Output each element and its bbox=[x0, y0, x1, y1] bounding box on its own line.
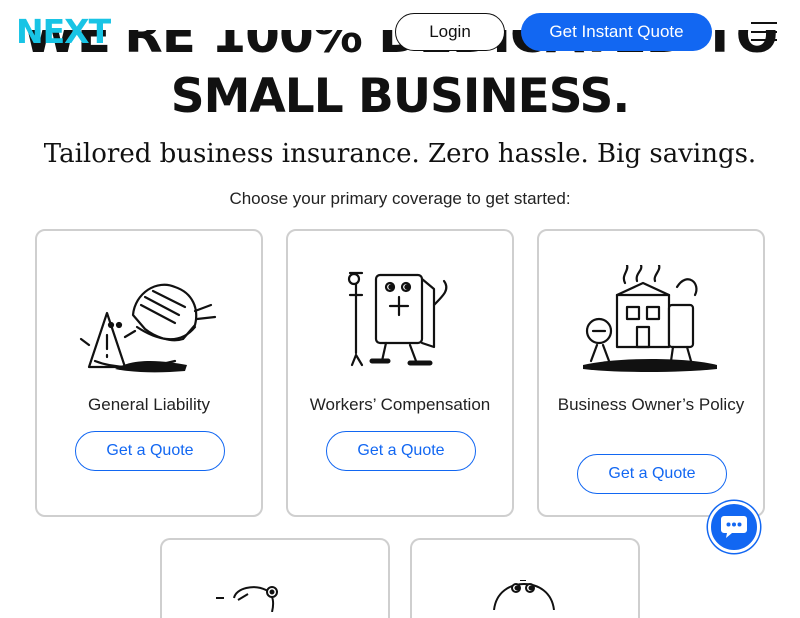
crutch-and-first-aid-kit-illustration bbox=[347, 271, 448, 367]
next-logo[interactable]: NEXT bbox=[16, 14, 111, 50]
get-a-quote-button[interactable]: Get a Quote bbox=[577, 454, 727, 494]
login-button[interactable]: Login bbox=[395, 13, 505, 51]
coverage-card-workers-compensation[interactable]: Workers’ Compensation Get a Quote bbox=[286, 229, 514, 517]
coverage-card-business-owners-policy[interactable]: Business Owner’s Policy Get a Quote bbox=[537, 229, 765, 517]
coverage-label: Business Owner’s Policy bbox=[557, 395, 745, 414]
partial-illustration bbox=[216, 586, 278, 612]
site-header: NEXT Login Get Instant Quote bbox=[0, 0, 800, 64]
hero-title-line2: SMALL BUSINESS. bbox=[170, 69, 630, 124]
coverage-label: General Liability bbox=[88, 395, 210, 414]
get-instant-quote-button[interactable]: Get Instant Quote bbox=[521, 13, 712, 51]
building-and-characters-illustration bbox=[583, 265, 717, 372]
coverage-prompt: Choose your primary coverage to get star… bbox=[229, 189, 571, 208]
coverage-card-partial-4[interactable] bbox=[160, 538, 390, 618]
partial-illustration bbox=[493, 580, 555, 610]
safety-sign-and-shoe-illustration bbox=[79, 283, 217, 373]
hamburger-menu-icon[interactable] bbox=[751, 22, 777, 44]
get-a-quote-button[interactable]: Get a Quote bbox=[326, 431, 476, 471]
coverage-card-general-liability[interactable]: General Liability Get a Quote bbox=[35, 229, 263, 517]
coverage-card-partial-5[interactable] bbox=[410, 538, 640, 618]
coverage-label: Workers’ Compensation bbox=[309, 395, 491, 414]
hero-subtitle: Tailored business insurance. Zero hassle… bbox=[43, 139, 757, 169]
chat-bubble-icon bbox=[721, 516, 747, 538]
get-a-quote-button[interactable]: Get a Quote bbox=[75, 431, 225, 471]
chat-button[interactable] bbox=[708, 501, 760, 553]
